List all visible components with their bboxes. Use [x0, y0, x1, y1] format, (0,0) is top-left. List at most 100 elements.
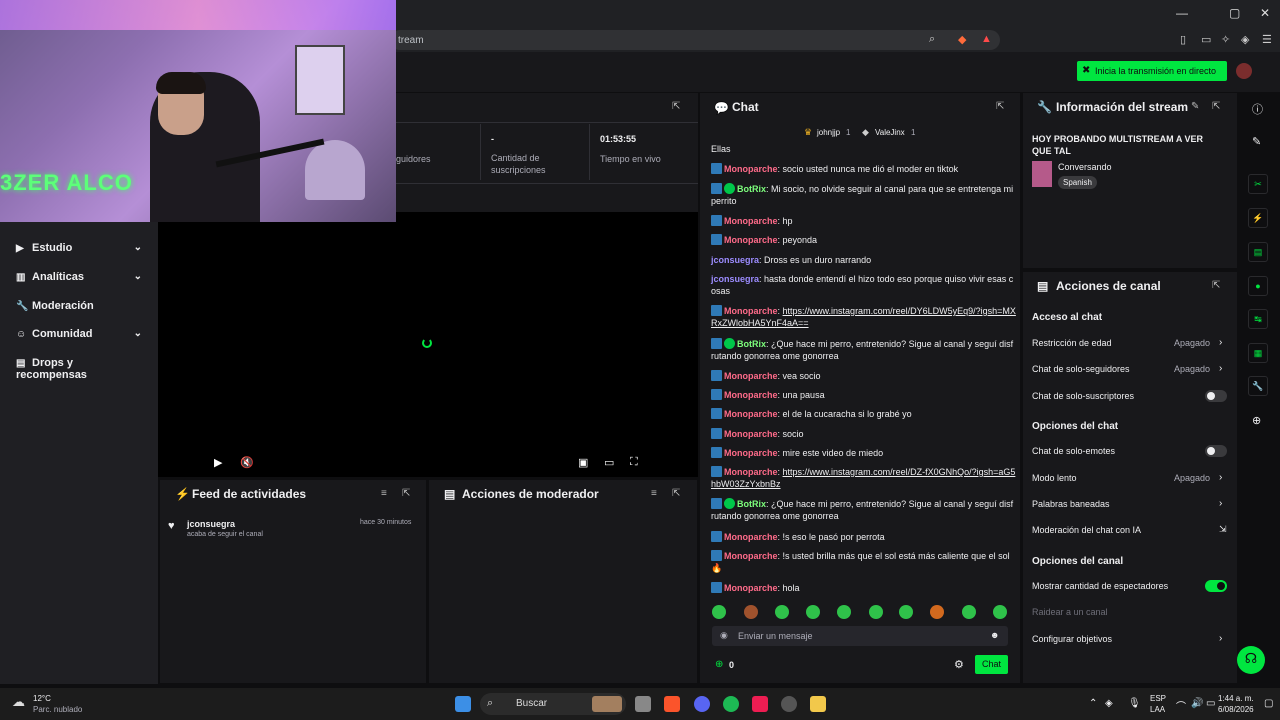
moderator-badge-icon[interactable]	[711, 338, 722, 349]
raid-row[interactable]: Raidear a un canal	[1032, 607, 1108, 617]
brave-shield-icon[interactable]: ◆	[958, 33, 966, 46]
age-restriction-row[interactable]: Restricción de edad	[1032, 338, 1112, 348]
emote-icon[interactable]	[930, 605, 944, 619]
chat-username[interactable]: jconsuegra	[711, 274, 759, 284]
nav-item-analiticas[interactable]: ▥ Analíticas ⌄	[16, 271, 146, 291]
subs-only-toggle[interactable]	[1205, 390, 1227, 402]
gear-icon[interactable]: ⚙	[954, 658, 964, 671]
moderator-badge-icon[interactable]	[711, 550, 722, 561]
network-tray-icon[interactable]: ◈	[1105, 698, 1113, 709]
file-explorer-icon[interactable]	[810, 696, 826, 712]
discord-icon[interactable]	[694, 696, 710, 712]
emote-icon[interactable]	[806, 605, 820, 619]
address-bar[interactable]: tream	[390, 30, 1000, 50]
help-button[interactable]: ☊	[1237, 646, 1265, 674]
nav-item-moderacion[interactable]: 🔧 Moderación	[16, 300, 146, 320]
chat-send-button[interactable]: Chat	[975, 655, 1008, 674]
pinned-user[interactable]: johnjjp	[817, 128, 840, 137]
moderator-badge-icon[interactable]	[711, 183, 722, 194]
brave-rewards-icon[interactable]: ▲	[981, 33, 992, 45]
slow-mode-row[interactable]: Modo lento	[1032, 473, 1077, 483]
language-tag[interactable]: Spanish	[1058, 176, 1097, 189]
clip-icon[interactable]: ✂	[1248, 174, 1268, 194]
moderator-badge-icon[interactable]	[711, 498, 722, 509]
filter-icon[interactable]: ≡	[651, 488, 657, 499]
emote-icon[interactable]	[869, 605, 883, 619]
gift-icon[interactable]: ◉	[720, 630, 728, 641]
emote-icon[interactable]	[775, 605, 789, 619]
moderator-badge-icon[interactable]	[711, 466, 722, 477]
chat-username[interactable]: Monoparche	[724, 551, 778, 561]
mic-icon[interactable]: 🎙	[1128, 698, 1141, 709]
wifi-icon[interactable]: ⌒	[1176, 698, 1186, 713]
feed-user[interactable]: jconsuegra	[187, 519, 235, 529]
emote-icon[interactable]	[899, 605, 913, 619]
search-icon[interactable]: ⌕	[929, 33, 935, 46]
chevron-right-icon[interactable]: ›	[1219, 337, 1222, 348]
pinned-user[interactable]: ValeJinx	[875, 128, 905, 137]
edit-icon[interactable]: ✎	[1191, 101, 1199, 112]
chat-username[interactable]: jconsuegra	[711, 255, 759, 265]
input-language[interactable]: ESP	[1150, 694, 1166, 703]
wallet-icon[interactable]: ▭	[1201, 33, 1211, 46]
lightning-icon[interactable]: ⚡	[1248, 208, 1268, 228]
moderator-badge-icon[interactable]	[711, 389, 722, 400]
category-name[interactable]: Conversando	[1058, 162, 1112, 172]
mute-icon[interactable]: 🔇	[240, 456, 254, 469]
goals-row[interactable]: Configurar objetivos	[1032, 634, 1112, 644]
clock-time[interactable]: 1:44 a. m.	[1218, 694, 1254, 703]
emote-icon[interactable]	[993, 605, 1007, 619]
chat-username[interactable]: Monoparche	[724, 467, 778, 477]
moderator-badge-icon[interactable]	[711, 447, 722, 458]
moderator-badge-icon[interactable]	[711, 215, 722, 226]
obs-icon[interactable]	[781, 696, 797, 712]
minimize-button[interactable]: —	[1176, 6, 1188, 20]
channel-points-icon[interactable]: ⊕	[715, 659, 723, 670]
emote-icon[interactable]	[962, 605, 976, 619]
popout-icon[interactable]: ⇱	[402, 488, 410, 499]
chat-username[interactable]: Monoparche	[724, 371, 778, 381]
chat-username[interactable]: Monoparche	[724, 583, 778, 593]
pip-icon[interactable]: ▣	[578, 456, 588, 469]
chat-bubble-icon[interactable]: ●	[1248, 276, 1268, 296]
emote-icon[interactable]	[744, 605, 758, 619]
nav-item-drops[interactable]: ▤ Drops y recompensas	[16, 357, 146, 381]
notifications-icon[interactable]: ▢	[1264, 698, 1273, 709]
chevron-right-icon[interactable]: ›	[1219, 498, 1222, 509]
chat-username[interactable]: BotRix	[737, 499, 766, 509]
tiktok-icon[interactable]	[752, 696, 768, 712]
nav-item-comunidad[interactable]: ☺ Comunidad ⌄	[16, 328, 146, 348]
add-icon[interactable]: ⊕	[1252, 414, 1261, 427]
fullscreen-icon[interactable]: ⛶	[630, 456, 638, 469]
banned-words-row[interactable]: Palabras baneadas	[1032, 499, 1110, 509]
emote-icon[interactable]	[837, 605, 851, 619]
moderator-badge-icon[interactable]	[711, 234, 722, 245]
external-link-icon[interactable]: ⇲	[1219, 524, 1227, 535]
pencil-icon[interactable]: ✎	[1252, 135, 1261, 148]
brave-browser-icon[interactable]	[664, 696, 680, 712]
chat-username[interactable]: Monoparche	[724, 448, 778, 458]
show-viewers-toggle[interactable]	[1205, 580, 1227, 592]
nav-item-estudio[interactable]: ▶ Estudio ⌄	[16, 242, 146, 262]
popout-icon[interactable]: ⇱	[1212, 101, 1220, 112]
close-window-button[interactable]: ✕	[1260, 6, 1270, 20]
moderator-badge-icon[interactable]	[711, 531, 722, 542]
task-view-icon[interactable]	[635, 696, 651, 712]
chat-username[interactable]: Monoparche	[724, 409, 778, 419]
volume-icon[interactable]: 🔊	[1191, 698, 1203, 709]
chat-username[interactable]: Monoparche	[724, 429, 778, 439]
ad-icon[interactable]: ▦	[1248, 343, 1268, 363]
chat-username[interactable]: Monoparche	[724, 216, 778, 226]
emote-icon[interactable]	[712, 605, 726, 619]
moderator-badge-icon[interactable]	[711, 163, 722, 174]
chat-username[interactable]: Monoparche	[724, 164, 778, 174]
emotes-only-toggle[interactable]	[1205, 445, 1227, 457]
chat-username[interactable]: BotRix	[737, 184, 766, 194]
chat-input[interactable]: Enviar un mensaje	[712, 626, 1008, 646]
moderator-badge-icon[interactable]	[711, 582, 722, 593]
filter-icon[interactable]: ≡	[381, 488, 387, 499]
chevron-up-icon[interactable]: ⌃	[1089, 698, 1097, 709]
raid-icon[interactable]: ↹	[1248, 309, 1268, 329]
spotify-icon[interactable]	[723, 696, 739, 712]
play-icon[interactable]: ▶	[214, 456, 222, 469]
